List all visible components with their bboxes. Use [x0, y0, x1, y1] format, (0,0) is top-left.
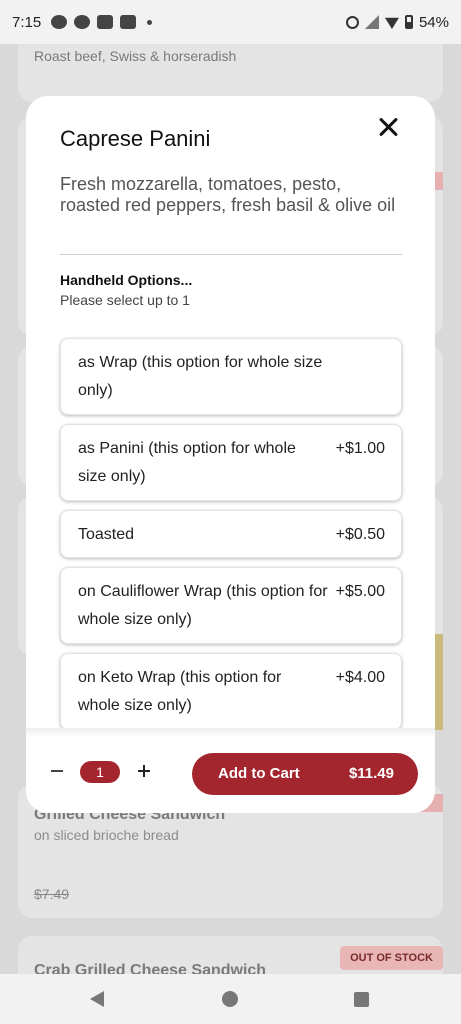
menu-item-title: Crab Grilled Cheese Sandwich [34, 962, 267, 974]
gmail-icon [120, 15, 137, 29]
option-keto-wrap[interactable]: on Keto Wrap (this option for whole size… [60, 653, 402, 730]
option-label: on Cauliflower Wrap (this option for who… [78, 583, 328, 628]
home-icon[interactable] [222, 991, 238, 1007]
item-description: Fresh mozzarella, tomatoes, pesto, roast… [60, 174, 396, 215]
recent-apps-icon[interactable] [354, 992, 369, 1007]
footer-divider [26, 728, 435, 737]
option-label: Toasted [78, 526, 135, 543]
option-cauliflower-wrap[interactable]: on Cauliflower Wrap (this option for who… [60, 567, 402, 644]
option-group-subtitle: Please select up to 1 [60, 292, 190, 308]
status-bar: 7:15 54% [0, 0, 461, 44]
decrease-quantity-button[interactable] [48, 762, 66, 780]
option-label: as Panini (this option for whole size on… [78, 440, 296, 485]
battery-icon [404, 15, 413, 29]
dialog-title: Caprese Panini [60, 126, 211, 151]
add-to-cart-button[interactable]: Add to Cart $11.49 [192, 753, 418, 795]
option-toasted[interactable]: Toasted +$0.50 [60, 510, 402, 558]
menu-item-subtitle: on sliced brioche bread [34, 827, 179, 843]
system-nav-bar [0, 974, 461, 1024]
back-icon[interactable] [90, 991, 104, 1007]
system-icons: 54% [345, 13, 449, 31]
option-label: as Wrap (this option for whole size only… [78, 354, 323, 399]
option-price: +$1.00 [335, 440, 385, 457]
option-group-title: Handheld Options... [60, 272, 193, 288]
messenger-icon [51, 15, 68, 29]
more-notifications-icon [147, 19, 153, 25]
close-icon[interactable] [377, 116, 399, 138]
option-label: on Keto Wrap (this option for whole size… [78, 669, 282, 714]
wifi-icon [384, 17, 399, 29]
alarm-icon [345, 15, 359, 29]
option-as-wrap[interactable]: as Wrap (this option for whole size only… [60, 338, 402, 415]
battery-percent: 54% [418, 13, 449, 31]
add-to-cart-label: Add to Cart [218, 765, 300, 782]
increase-quantity-button[interactable] [135, 762, 153, 780]
youtube-icon [97, 15, 114, 29]
menu-item-subtitle: Roast beef, Swiss & horseradish [34, 48, 237, 64]
option-price: +$5.00 [335, 583, 385, 600]
option-price: +$4.00 [335, 669, 385, 686]
menu-item-price: $7.49 [34, 886, 70, 902]
divider [60, 254, 402, 255]
item-options-dialog: Caprese Panini Fresh mozzarella, tomatoe… [26, 96, 435, 813]
chat-icon [74, 15, 91, 29]
total-price: $11.49 [348, 765, 394, 782]
quantity-value: 1 [80, 761, 120, 783]
notification-icons [51, 15, 153, 29]
out-of-stock-badge: OUT OF STOCK [340, 946, 443, 970]
signal-icon [364, 15, 379, 29]
option-as-panini[interactable]: as Panini (this option for whole size on… [60, 424, 402, 501]
status-time: 7:15 [12, 13, 42, 31]
option-price: +$0.50 [335, 526, 385, 543]
